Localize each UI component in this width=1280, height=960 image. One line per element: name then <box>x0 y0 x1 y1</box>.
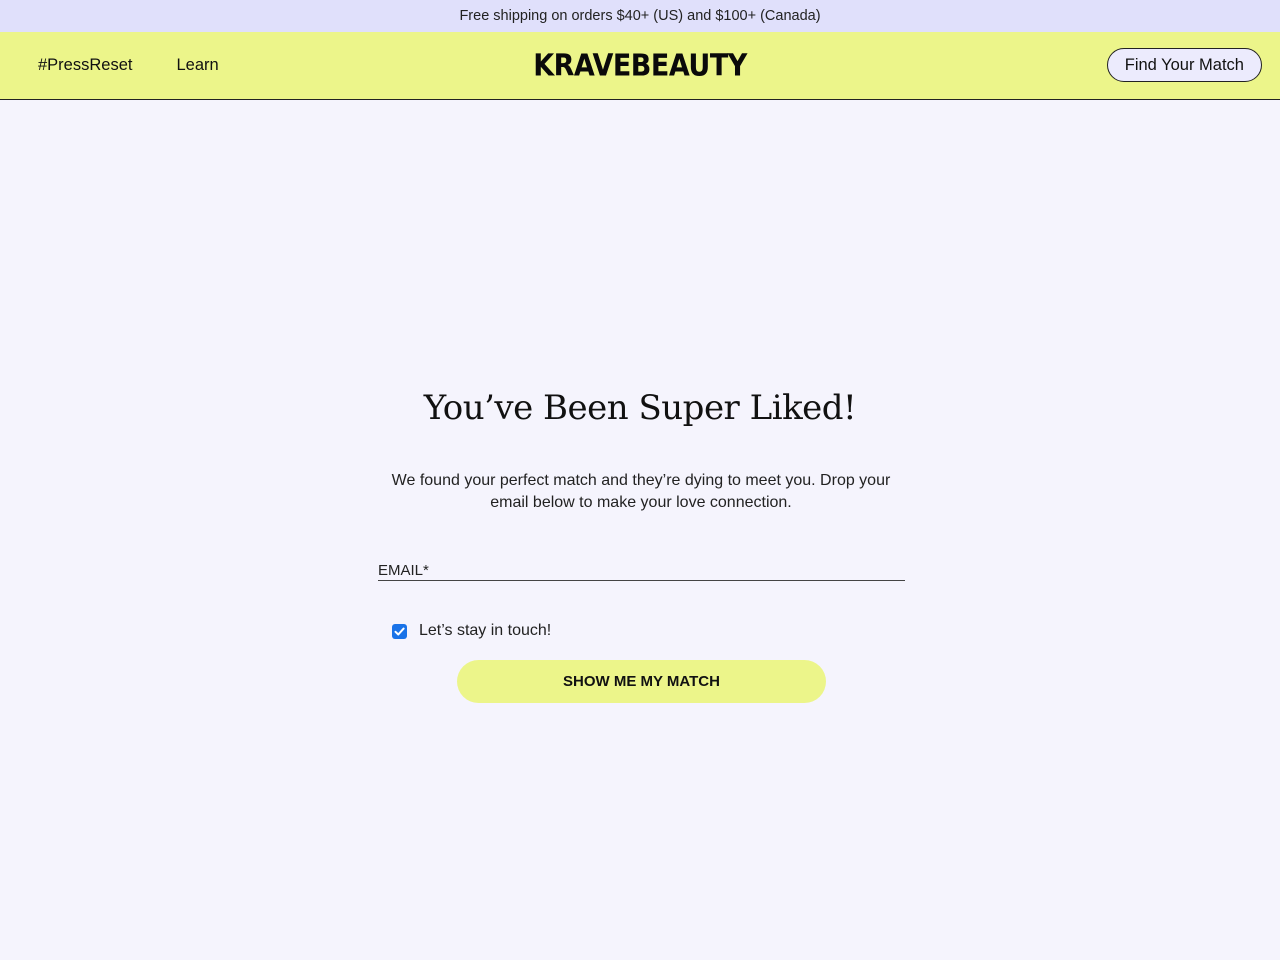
announcement-text: Free shipping on orders $40+ (US) and $1… <box>459 8 821 24</box>
find-your-match-button[interactable]: Find Your Match <box>1106 48 1262 82</box>
newsletter-checkbox[interactable] <box>392 623 407 639</box>
main-content: You’ve Been Super Liked! We found your p… <box>0 100 1280 960</box>
page-title: You’ve Been Super Liked! <box>423 388 857 428</box>
announcement-bar: Free shipping on orders $40+ (US) and $1… <box>0 0 1280 32</box>
newsletter-opt-in[interactable]: Let’s stay in touch! <box>392 622 551 640</box>
nav-link-learn[interactable]: Learn <box>176 56 218 75</box>
newsletter-checkbox-label: Let’s stay in touch! <box>419 622 552 639</box>
site-header: #PressReset Learn KRAVEBEAUTY Find Your … <box>0 32 1280 100</box>
primary-nav: #PressReset Learn <box>0 56 219 75</box>
email-field <box>378 560 905 581</box>
nav-link-press-reset[interactable]: #PressReset <box>38 56 132 75</box>
checkmark-icon <box>394 627 405 635</box>
email-input[interactable] <box>378 560 905 580</box>
show-me-my-match-button[interactable]: SHOW ME MY MATCH <box>457 660 826 703</box>
intro-text: We found your perfect match and they’re … <box>391 472 891 511</box>
brand-logo[interactable]: KRAVEBEAUTY <box>533 48 747 83</box>
